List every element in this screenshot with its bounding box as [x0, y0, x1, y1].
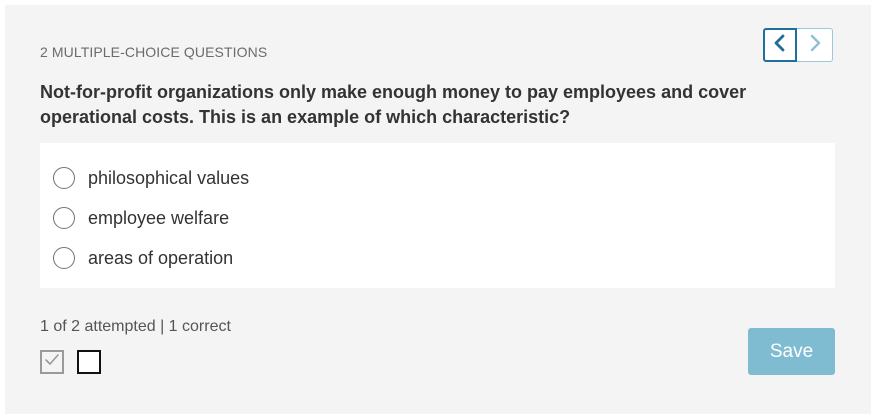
next-question-button[interactable]	[797, 28, 833, 62]
chevron-right-icon	[808, 34, 822, 57]
option-employee-welfare[interactable]: employee welfare	[53, 205, 229, 231]
option-label: areas of operation	[88, 247, 234, 268]
quiz-panel: 2 MULTIPLE-CHOICE QUESTIONS Not-for-prof…	[5, 5, 871, 414]
answer-options: philosophical values employee welfare ar…	[40, 143, 835, 288]
question-navigation	[763, 28, 833, 62]
question-marks	[40, 350, 114, 374]
radio-button[interactable]	[53, 247, 75, 269]
question-text: Not-for-profit organizations only make e…	[40, 82, 747, 127]
save-button[interactable]: Save	[748, 328, 835, 375]
checkmark-icon	[44, 353, 60, 372]
radio-button[interactable]	[53, 207, 75, 229]
option-philosophical-values[interactable]: philosophical values	[53, 165, 249, 191]
question-2-mark[interactable]	[77, 350, 101, 374]
chevron-left-icon	[773, 34, 787, 57]
section-heading: 2 MULTIPLE-CHOICE QUESTIONS	[40, 44, 268, 60]
radio-button[interactable]	[53, 167, 75, 189]
option-label: philosophical values	[88, 167, 250, 188]
progress-status: 1 of 2 attempted | 1 correct	[40, 318, 231, 335]
option-label: employee welfare	[88, 207, 230, 228]
option-areas-of-operation[interactable]: areas of operation	[53, 245, 233, 271]
question-1-mark[interactable]	[40, 350, 64, 374]
previous-question-button[interactable]	[763, 28, 797, 62]
